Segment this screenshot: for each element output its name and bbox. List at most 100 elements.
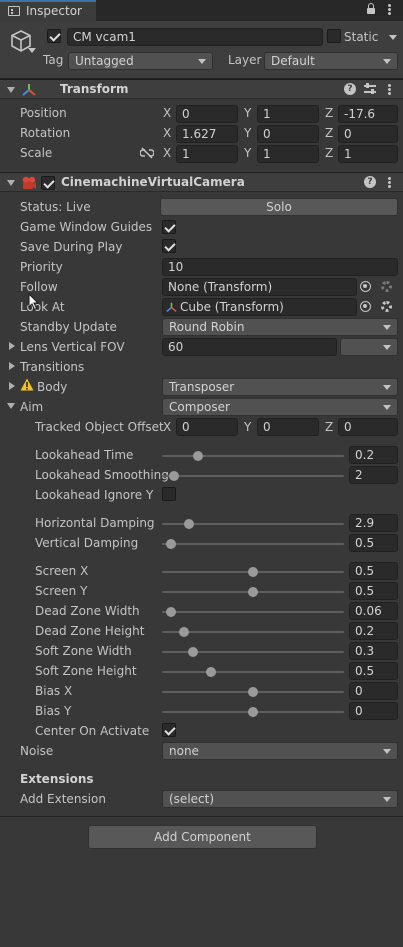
position-y-label[interactable]: Y [244, 106, 251, 120]
vcam-menu-icon[interactable] [388, 177, 391, 188]
follow-gear-icon[interactable] [381, 281, 392, 292]
scale-x-label[interactable]: X [163, 146, 171, 160]
soft-zone-width-field[interactable]: 0.3 [349, 642, 398, 660]
body-dropdown[interactable]: Transposer [162, 378, 398, 396]
priority-field[interactable]: 10 [162, 258, 398, 276]
bias-x-slider-thumb[interactable] [248, 687, 258, 697]
add-component-button[interactable]: Add Component [88, 825, 317, 849]
bias-y-field[interactable]: 0 [349, 702, 398, 720]
offset-x-field[interactable]: 0 [176, 418, 238, 436]
noise-dropdown[interactable]: none [162, 742, 398, 760]
scale-y-label[interactable]: Y [244, 146, 251, 160]
rotation-y-field[interactable]: 0 [257, 125, 319, 143]
look-at-field[interactable]: Cube (Transform) [162, 298, 357, 316]
horizontal-damping-slider-thumb[interactable] [184, 519, 195, 529]
standby-update-dropdown[interactable]: Round Robin [162, 318, 398, 336]
look-at-target-picker-icon[interactable] [360, 301, 371, 312]
save-during-play-checkbox[interactable] [162, 239, 176, 253]
lookahead-smoothing-field[interactable]: 2 [349, 466, 398, 484]
help-icon[interactable]: ? [344, 83, 356, 95]
rotation-y-label[interactable]: Y [244, 126, 251, 140]
lookahead-time-slider-thumb[interactable] [193, 451, 204, 461]
offset-y-label[interactable]: Y [244, 420, 251, 434]
static-dropdown-icon[interactable] [389, 35, 397, 40]
scale-y-field[interactable]: 1 [257, 145, 319, 163]
dead-zone-width-field[interactable]: 0.06 [349, 602, 398, 620]
soft-zone-width-slider-thumb[interactable] [187, 647, 198, 657]
vertical-damping-slider-track[interactable] [162, 543, 344, 545]
offset-z-field[interactable]: 0 [338, 418, 398, 436]
position-x-label[interactable]: X [163, 106, 171, 120]
scale-z-label[interactable]: Z [325, 146, 333, 160]
position-y-field[interactable]: 1 [257, 105, 319, 123]
aim-dropdown[interactable]: Composer [162, 398, 398, 416]
position-x-field[interactable]: 0 [176, 105, 238, 123]
screen-x-slider-thumb[interactable] [248, 567, 258, 577]
center-on-activate-checkbox[interactable] [162, 723, 176, 737]
solo-button[interactable]: Solo [160, 198, 398, 216]
look-at-gear-icon[interactable] [381, 301, 392, 312]
game-window-guides-checkbox[interactable] [162, 220, 176, 234]
rotation-x-field[interactable]: 1.627 [176, 125, 238, 143]
bias-x-field[interactable]: 0 [349, 682, 398, 700]
lookahead-ignore-y-checkbox[interactable] [162, 487, 176, 501]
tab-menu-icon[interactable] [388, 4, 391, 15]
lock-icon[interactable] [366, 3, 376, 15]
lens-fov-field[interactable]: 60 [162, 338, 337, 356]
screen-x-field[interactable]: 0.5 [349, 562, 398, 580]
aim-foldout-icon[interactable] [7, 403, 15, 409]
scale-x-field[interactable]: 1 [176, 145, 238, 163]
inspector-tab[interactable]: Inspector [0, 0, 96, 21]
offset-x-label[interactable]: X [163, 420, 171, 434]
lens-foldout-icon[interactable] [9, 342, 15, 350]
transform-foldout-icon[interactable] [7, 87, 15, 93]
dead-zone-height-slider-thumb[interactable] [178, 627, 189, 637]
layer-dropdown[interactable]: Default [264, 52, 398, 70]
vcam-enabled-checkbox[interactable] [41, 176, 55, 190]
body-foldout-icon[interactable] [9, 382, 15, 390]
rotation-z-label[interactable]: Z [325, 126, 333, 140]
offset-z-label[interactable]: Z [325, 420, 333, 434]
transform-menu-icon[interactable] [388, 84, 391, 95]
static-checkbox[interactable] [327, 29, 341, 43]
position-z-field[interactable]: -17.6 [338, 105, 398, 123]
tag-dropdown[interactable]: Untagged [68, 52, 213, 70]
vcam-header[interactable]: CinemachineVirtualCamera ? [0, 172, 403, 192]
icon-picker-chevron-icon[interactable] [28, 48, 36, 53]
follow-target-picker-icon[interactable] [360, 281, 371, 292]
scale-z-field[interactable]: 1 [338, 145, 398, 163]
add-extension-dropdown[interactable]: (select) [162, 790, 398, 808]
dead-zone-width-slider-thumb[interactable] [166, 607, 177, 617]
vertical-damping-field[interactable]: 0.5 [349, 534, 398, 552]
screen-y-slider-thumb[interactable] [248, 587, 258, 597]
vcam-help-icon[interactable]: ? [364, 176, 376, 188]
follow-field[interactable]: None (Transform) [162, 278, 357, 296]
dead-zone-height-field[interactable]: 0.2 [349, 622, 398, 640]
soft-zone-height-field[interactable]: 0.5 [349, 662, 398, 680]
soft-zone-height-slider-track[interactable] [162, 671, 344, 673]
presets-icon[interactable] [364, 83, 376, 95]
offset-y-field[interactable]: 0 [257, 418, 319, 436]
vertical-damping-slider-thumb[interactable] [166, 539, 177, 549]
lookahead-time-slider-track[interactable] [162, 455, 344, 457]
lookahead-smoothing-slider-thumb[interactable] [169, 471, 180, 481]
transitions-foldout-icon[interactable] [9, 362, 15, 370]
gameobject-active-checkbox[interactable] [47, 29, 61, 43]
position-z-label[interactable]: Z [325, 106, 333, 120]
vcam-foldout-icon[interactable] [7, 180, 15, 186]
gameobject-name-field[interactable]: CM vcam1 [67, 28, 323, 46]
horizontal-damping-field[interactable]: 2.9 [349, 514, 398, 532]
dead-zone-width-slider-track[interactable] [162, 611, 344, 613]
lens-preset-dropdown[interactable] [340, 338, 398, 356]
transform-header[interactable]: Transform ? [0, 79, 403, 99]
lookahead-time-field[interactable]: 0.2 [349, 446, 398, 464]
unlink-icon[interactable] [140, 147, 154, 159]
transitions-label[interactable]: Transitions [20, 360, 84, 374]
soft-zone-height-slider-thumb[interactable] [206, 667, 217, 677]
lookahead-smoothing-slider-track[interactable] [162, 475, 344, 477]
dead-zone-height-slider-track[interactable] [162, 631, 344, 633]
bias-y-slider-thumb[interactable] [248, 707, 258, 717]
rotation-x-label[interactable]: X [163, 126, 171, 140]
screen-y-field[interactable]: 0.5 [349, 582, 398, 600]
rotation-z-field[interactable]: 0 [338, 125, 398, 143]
